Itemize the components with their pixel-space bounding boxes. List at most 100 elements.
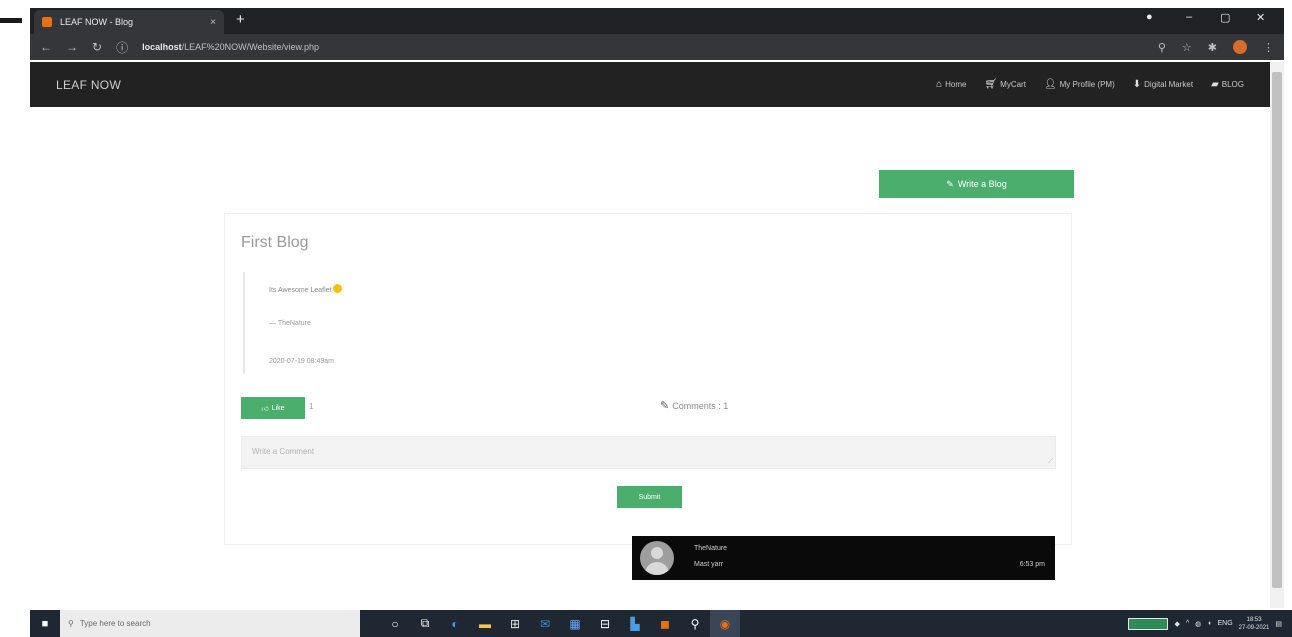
file-explorer-icon[interactable]: ▬ [470,610,500,637]
comments-count: ✎ Comments : 1 [660,399,728,412]
reload-icon[interactable]: ↻ [92,40,102,54]
write-blog-button[interactable]: ✎ Write a Blog [879,170,1074,198]
calculator-icon[interactable]: ▦ [560,610,590,637]
forward-icon[interactable]: → [66,40,78,54]
site-navbar: LEAF NOW ⌂ Home 🛒︎ MyCart 👤︎ My Profile (PM… [30,62,1270,107]
back-icon[interactable]: ← [40,40,52,54]
clock-time: 18:53 [1246,616,1262,623]
maximize-button[interactable]: ▢ [1220,11,1230,24]
sublime-icon[interactable]: ◼ [650,610,680,637]
clock-date: 27-09-2021 [1238,624,1270,631]
chevron-up-icon[interactable]: ^ [1186,620,1189,627]
browser-extensions: ⚲ ☆ ✱ ⋮ [1158,40,1274,54]
taskbar-apps: ○ ⧉ ◐ ▬ ⊞ ✉ ▦ ⊟ ▙ ◼ ⚲ ◉ [380,610,740,637]
minimize-button[interactable]: – [1186,11,1192,23]
user-icon: 👤︎ [1043,79,1057,90]
nav-home-label: Home [945,80,967,89]
home-icon: ⌂ [936,79,943,90]
avatar [640,541,674,575]
toast-message: Mast yarr [694,561,724,568]
notification-icon[interactable]: ▤ [1275,620,1282,628]
nav-profile-label: My Profile (PM) [1059,80,1115,89]
nav-home[interactable]: ⌂ Home [936,79,966,90]
system-tray: ◆ ^ ◍ ◖ ENG 18:53 27-09-2021 ▤ [1128,616,1292,632]
tab-close-icon[interactable]: × [210,17,216,28]
blog-title: First Blog [241,234,309,251]
blog-date: 2020-07-19 08:49am [269,358,334,365]
nav-mycart-label: MyCart [1000,80,1026,89]
screen: LEAF NOW - Blog × + ● – ▢ ✕ ← → ↻ ⓘ loca… [0,0,1292,637]
star-icon[interactable]: ☆ [1182,41,1192,54]
nav-digital-market[interactable]: ⬇ Digital Market [1133,79,1193,90]
close-window-button[interactable]: ✕ [1256,11,1265,24]
comments-label: Comments : 1 [672,400,729,411]
blog-author: — TheNature [269,320,311,327]
menu-icon[interactable]: ⋮ [1263,41,1274,54]
windows-start-icon[interactable]: ■ [30,618,60,630]
photos-icon[interactable]: ▙ [620,610,650,637]
blog-quote: Its Awesome Leaflet — TheNature 2020-07-… [243,272,543,374]
emoji-icon [332,284,342,293]
nav-items: ⌂ Home 🛒︎ MyCart 👤︎ My Profile (PM) ⬇ Digita… [936,79,1244,90]
like-count: 1 [309,402,314,411]
thumbs-up-icon: 👍︎ [261,405,269,413]
like-button[interactable]: 👍︎ Like [241,397,305,419]
chat-icon: ▰ [1211,79,1219,90]
puzzle-icon[interactable]: ✱ [1208,41,1217,54]
profile-avatar-icon[interactable] [1233,40,1247,54]
search-app-icon[interactable]: ⚲ [680,610,710,637]
url-field[interactable]: localhost/LEAF%20NOW/Website/view.php [142,42,1158,52]
nav-blog-label: BLOG [1221,80,1244,89]
store-icon[interactable]: ⊞ [500,610,530,637]
like-label: Like [271,404,285,412]
browser-tab[interactable]: LEAF NOW - Blog × [34,10,224,34]
comment-placeholder: Write a Comment [252,447,315,456]
info-icon[interactable]: ⓘ [116,39,128,56]
zoom-icon[interactable]: ⚲ [1158,41,1166,54]
blog-text: Its Awesome Leaflet [269,287,332,294]
resize-handle-icon[interactable]: ⟋ [1048,458,1053,466]
new-tab-button[interactable]: + [236,11,245,28]
brand-logo[interactable]: LEAF NOW [56,78,936,92]
submit-button[interactable]: Submit [617,486,682,508]
taskbar-clock[interactable]: 18:53 27-09-2021 [1239,616,1270,632]
comment-input[interactable]: Write a Comment ⟋ [241,436,1056,469]
browser-tabstrip: LEAF NOW - Blog × + ● – ▢ ✕ [30,8,1284,34]
nav-mycart[interactable]: 🛒︎ MyCart [984,79,1025,90]
nav-blog[interactable]: ▰ BLOG [1211,79,1244,90]
mail-icon[interactable]: ✉ [530,610,560,637]
nav-profile[interactable]: 👤︎ My Profile (PM) [1044,79,1115,90]
toast-sender: TheNature [694,545,728,552]
chrome-icon[interactable]: ◉ [710,610,740,637]
chat-toast[interactable]: TheNature Mast yarr 6:53 pm [632,536,1055,580]
write-blog-label: Write a Blog [957,179,1007,189]
cart-icon: 🛒︎ [984,79,998,90]
pencil-icon: ✎ [660,400,670,412]
volume-icon[interactable]: ◖ [1207,620,1211,627]
blog-text-row: Its Awesome Leaflet [269,284,342,294]
language-indicator[interactable]: ENG [1218,620,1233,627]
profile-circle-icon[interactable]: ● [1146,11,1153,23]
url-path: /LEAF%20NOW/Website/view.php [181,42,319,52]
task-view-icon[interactable]: ⧉ [410,610,440,637]
cortana-icon[interactable]: ○ [380,610,410,637]
left-margin [0,8,30,608]
taskbar-search[interactable]: ⚲ Type here to search [60,610,360,637]
toast-time: 6:53 pm [1019,561,1045,568]
tab-title: LEAF NOW - Blog [60,17,134,27]
location-tray-icon[interactable]: ◆ [1174,620,1179,628]
taskbar-search-placeholder: Type here to search [79,619,151,628]
address-bar: ← → ↻ ⓘ localhost/LEAF%20NOW/Website/vie… [30,34,1284,60]
edge-icon[interactable]: ◐ [440,610,470,637]
nav-digital-market-label: Digital Market [1144,80,1194,89]
scrollbar-thumb[interactable] [1272,72,1282,588]
app-grid-icon[interactable]: ⊟ [590,610,620,637]
network-icon[interactable]: ◍ [1195,620,1201,628]
favicon-icon [42,17,52,27]
url-host: localhost [142,42,182,52]
windows-taskbar: ■ ⚲ Type here to search ○ ⧉ ◐ ▬ ⊞ ✉ ▦ ⊟ … [30,610,1292,637]
search-icon: ⚲ [68,619,74,628]
location-icon: ⬇ [1132,79,1142,90]
battery-icon[interactable] [1128,617,1169,630]
pencil-icon: ✎ [946,178,954,189]
